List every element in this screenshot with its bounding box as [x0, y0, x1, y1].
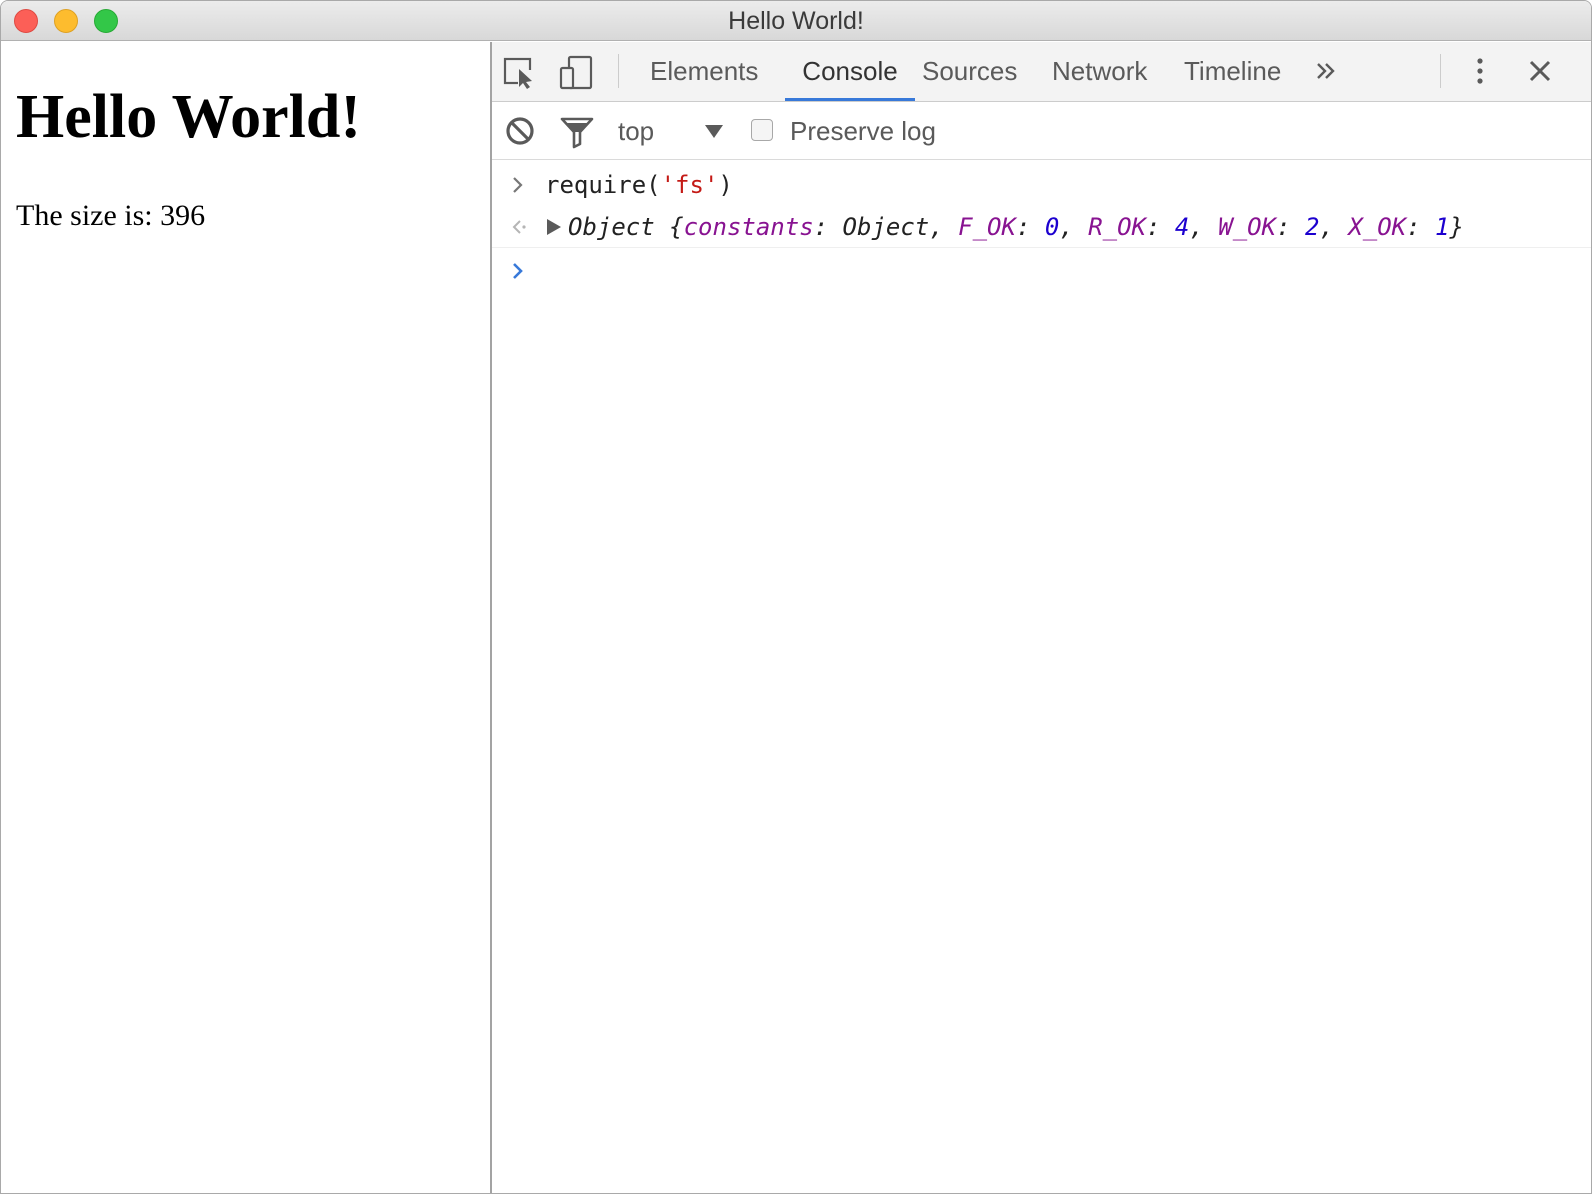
object-key: W_OK — [1218, 213, 1277, 241]
comma: , — [1189, 213, 1219, 241]
filter-icon[interactable] — [559, 113, 595, 149]
preserve-log-label[interactable]: Preserve log — [790, 113, 936, 149]
close-devtools-icon[interactable] — [1522, 54, 1558, 90]
console-prompt[interactable] — [492, 250, 1591, 292]
toolbar-separator — [618, 54, 619, 88]
colon: : — [1146, 213, 1175, 241]
object-key: constants — [683, 213, 814, 241]
window-title: Hello World! — [728, 7, 864, 35]
code-string: 'fs' — [660, 171, 719, 199]
clear-console-icon[interactable] — [502, 113, 538, 149]
device-toolbar-icon[interactable] — [558, 54, 594, 90]
inspect-element-icon[interactable] — [502, 54, 538, 90]
tab-console[interactable]: Console — [785, 42, 915, 101]
object-suffix: } — [1449, 213, 1464, 241]
devtools-tabbar: Elements Console Sources Network Timelin… — [492, 42, 1591, 102]
prompt-chevron-icon — [513, 263, 523, 279]
tab-sources[interactable]: Sources — [922, 42, 1017, 101]
console-input-code: require('fs') — [545, 164, 733, 206]
expand-triangle-icon[interactable] — [544, 217, 564, 237]
console-result: Object {constants: Object, F_OK: 0, R_OK… — [492, 206, 1591, 248]
code-paren: ) — [718, 171, 733, 199]
object-number: 4 — [1174, 213, 1190, 241]
more-tabs-chevron-icon[interactable] — [1310, 54, 1346, 90]
object-key: R_OK — [1088, 213, 1147, 241]
comma: , — [929, 213, 959, 241]
tab-elements[interactable]: Elements — [650, 42, 758, 101]
context-selector[interactable]: top — [618, 113, 654, 149]
object-number: 1 — [1435, 213, 1450, 241]
console-input-echo: require('fs') — [492, 164, 1591, 206]
title-bar[interactable]: Hello World! — [1, 1, 1591, 41]
object-number: 0 — [1044, 213, 1060, 241]
tab-timeline[interactable]: Timeline — [1184, 42, 1281, 101]
colon: : — [1406, 213, 1436, 241]
object-number: 2 — [1304, 213, 1320, 241]
devtools-panel: Elements Console Sources Network Timelin… — [492, 42, 1591, 1193]
object-key: F_OK — [958, 213, 1016, 241]
tab-network[interactable]: Network — [1052, 42, 1147, 101]
input-chevron-icon — [513, 177, 523, 193]
page-content: Hello World! The size is: 396 — [1, 42, 490, 1193]
chevron-down-icon[interactable] — [702, 114, 726, 148]
code-function: require( — [545, 171, 661, 199]
console-toolbar: top Preserve log — [492, 102, 1591, 160]
console-result-object[interactable]: Object {constants: Object, F_OK: 0, R_OK… — [568, 206, 1464, 248]
toolbar-separator — [1440, 54, 1441, 88]
colon: : — [1015, 213, 1045, 241]
colon: : — [813, 213, 843, 241]
object-key: X_OK — [1348, 213, 1407, 241]
console-messages[interactable]: require('fs') Object {constants: Object,… — [492, 160, 1591, 1193]
preserve-log-checkbox[interactable] — [751, 119, 773, 141]
page-heading: Hello World! — [16, 83, 362, 151]
colon: : — [1276, 213, 1305, 241]
customize-menu-icon[interactable] — [1462, 54, 1498, 90]
size-text: The size is: 396 — [16, 199, 206, 232]
comma: , — [1319, 213, 1349, 241]
browser-window: Hello World! Hello World! The size is: 3… — [0, 0, 1592, 1194]
object-prefix: Object { — [568, 213, 684, 241]
object-value: Object — [842, 213, 930, 241]
result-arrow-icon — [512, 220, 526, 234]
comma: , — [1059, 213, 1089, 241]
